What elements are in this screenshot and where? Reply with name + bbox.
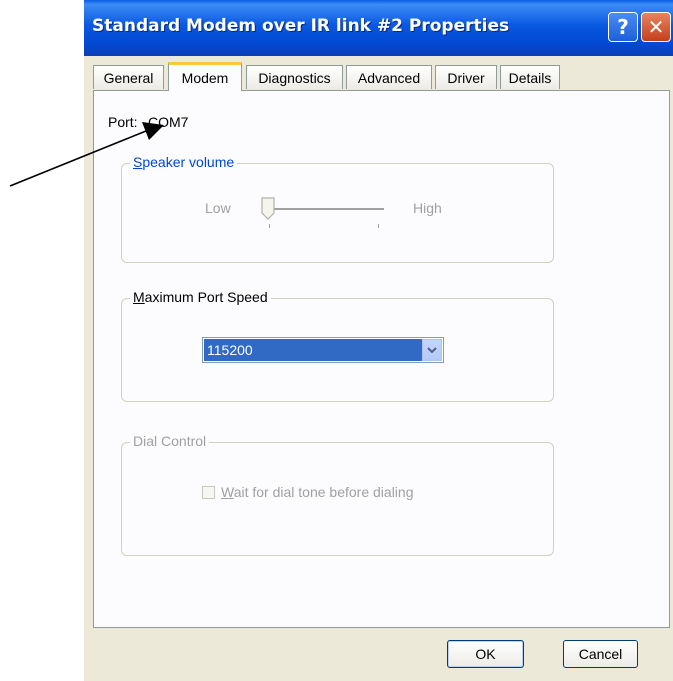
annotation-arrow — [9, 122, 164, 187]
tab-modem[interactable]: Modem — [168, 62, 242, 91]
